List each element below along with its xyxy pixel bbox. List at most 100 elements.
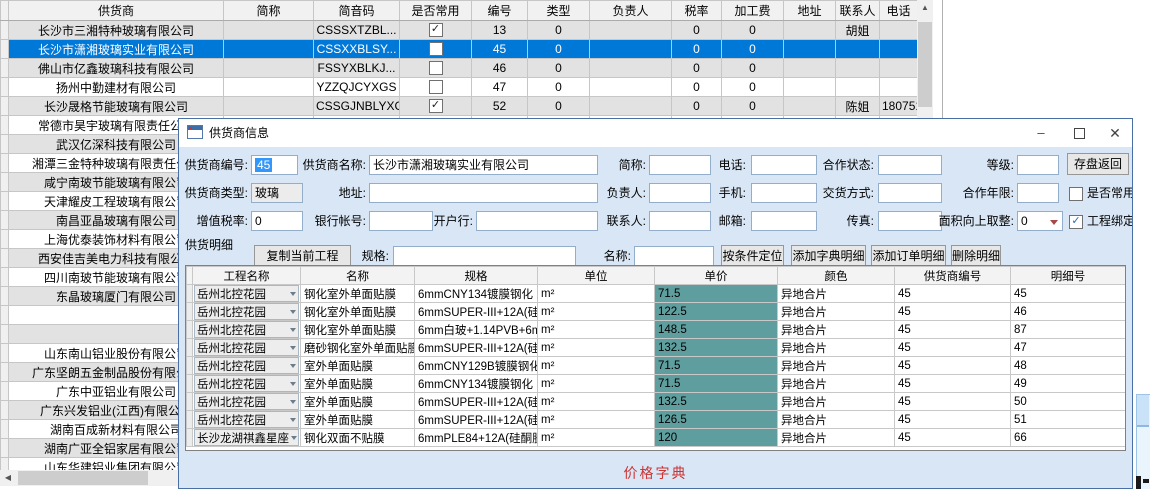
common-use-checkbox[interactable]: 是否常用 [1069, 183, 1133, 203]
detail-row[interactable]: 岳州北控花园室外单面贴膜6mmCNY129B镀膜钢化m²71.5异地合片4548 [187, 357, 1126, 375]
column-header[interactable]: 电话 [880, 1, 918, 21]
grid-column-header[interactable]: 明细号 [1011, 267, 1126, 285]
name-filter-field[interactable] [634, 246, 714, 266]
checkbox-checked-icon[interactable]: ✓ [429, 99, 443, 113]
column-header[interactable]: 负责人 [590, 1, 672, 21]
grid-column-header[interactable]: 规格 [415, 267, 538, 285]
row-header[interactable] [1, 97, 9, 116]
row-header[interactable] [1, 420, 9, 439]
supplier-name-field[interactable]: 长沙市潇湘玻璃实业有限公司 [369, 155, 598, 175]
table-row[interactable]: 长沙市三湘特种玻璃有限公司CSSSXTZBL...✓13000胡姐 [1, 21, 918, 40]
row-header[interactable] [1, 439, 9, 458]
detail-row[interactable]: 岳州北控花园磨砂钢化室外单面贴膜6mmSUPER-III+12A(硅...m²1… [187, 339, 1126, 357]
column-header[interactable]: 联系人 [836, 1, 880, 21]
row-header[interactable] [1, 268, 9, 287]
delivery-field[interactable] [878, 183, 942, 203]
locate-by-condition-button[interactable]: 按条件定位 [721, 245, 784, 267]
row-header[interactable] [1, 21, 9, 40]
mobile-field[interactable] [751, 183, 817, 203]
add-order-detail-button[interactable]: 添加订单明细 [871, 245, 946, 267]
detail-row[interactable]: 长沙龙湖祺鑫星座钢化双面不贴膜6mmPLE84+12A(硅酮胶...m²120异… [187, 429, 1126, 447]
grid-column-header[interactable]: 工程名称 [193, 267, 301, 285]
scroll-left-icon[interactable]: ◀ [0, 470, 16, 486]
vat-field[interactable]: 0 [251, 211, 303, 231]
detail-row[interactable]: 岳州北控花园钢化室外单面贴膜6mm白玻+1.14PVB+6mm...m²148.… [187, 321, 1126, 339]
row-header[interactable] [1, 382, 9, 401]
project-combobox[interactable]: 岳州北控花园 [194, 411, 299, 428]
spec-filter-field[interactable] [393, 246, 576, 266]
column-header[interactable]: 地址 [784, 1, 836, 21]
checkbox-icon[interactable] [429, 61, 443, 75]
detail-row[interactable]: 岳州北控花园室外单面贴膜6mmCNY134镀膜钢化m²71.5异地合片4549 [187, 375, 1126, 393]
row-header[interactable] [1, 363, 9, 382]
grid-column-header[interactable]: 颜色 [778, 267, 895, 285]
column-header[interactable]: 加工费 [722, 1, 784, 21]
column-header[interactable]: 供货商 [9, 1, 224, 21]
column-header[interactable]: 类型 [528, 1, 590, 21]
project-combobox[interactable]: 岳州北控花园 [194, 321, 299, 338]
phone-field[interactable] [751, 155, 817, 175]
row-header[interactable] [1, 59, 9, 78]
delete-detail-button[interactable]: 删除明细 [951, 245, 1001, 267]
row-header[interactable] [1, 249, 9, 268]
project-combobox[interactable]: 岳州北控花园 [194, 357, 299, 374]
dialog-titlebar[interactable]: 供货商信息 – ✕ [179, 119, 1132, 147]
row-header[interactable] [1, 344, 9, 363]
column-header[interactable]: 是否常用 [400, 1, 472, 21]
column-header[interactable]: 编号 [472, 1, 528, 21]
project-combobox[interactable]: 岳州北控花园 [194, 339, 299, 356]
row-header[interactable] [1, 192, 9, 211]
supplier-type-field[interactable]: 玻璃 [251, 183, 303, 203]
row-header[interactable] [1, 173, 9, 192]
project-combobox[interactable]: 岳州北控花园 [194, 375, 299, 392]
project-combobox[interactable]: 长沙龙湖祺鑫星座 [194, 429, 299, 446]
save-return-button[interactable]: 存盘返回 [1067, 153, 1129, 175]
address-field[interactable] [369, 183, 598, 203]
row-header[interactable] [1, 40, 9, 59]
project-bind-checkbox[interactable]: ✓工程绑定 [1069, 211, 1133, 231]
detail-row[interactable]: 岳州北控花园室外单面贴膜6mmSUPER-III+12A(硅...m²132.5… [187, 393, 1126, 411]
contact-field[interactable] [649, 211, 711, 231]
close-button[interactable]: ✕ [1099, 119, 1131, 147]
table-row[interactable]: 扬州中勤建材有限公司YZZQJCYXGS47000 [1, 78, 918, 97]
checkbox-icon[interactable] [429, 42, 443, 56]
grid-column-header[interactable]: 名称 [301, 267, 415, 285]
copy-current-project-button[interactable]: 复制当前工程 [254, 245, 351, 267]
detail-row[interactable]: 岳州北控花园室外单面贴膜6mmSUPER-III+12A(硅...m²126.5… [187, 411, 1126, 429]
table-row[interactable]: 长沙市潇湘玻璃实业有限公司CSSXXBLSY...45000 [1, 40, 918, 59]
row-header[interactable] [1, 230, 9, 249]
project-combobox[interactable]: 岳州北控花园 [194, 393, 299, 410]
column-header[interactable]: 简称 [224, 1, 314, 21]
short-name-field[interactable] [649, 155, 711, 175]
email-field[interactable] [751, 211, 817, 231]
row-header[interactable] [1, 325, 9, 344]
row-header[interactable] [1, 78, 9, 97]
row-header[interactable] [1, 135, 9, 154]
grade-field[interactable] [1017, 155, 1059, 175]
column-header[interactable]: 简音码 [314, 1, 400, 21]
checkbox-checked-icon[interactable]: ✓ [429, 23, 443, 37]
project-combobox[interactable]: 岳州北控花园 [194, 285, 299, 302]
minimize-button[interactable]: – [1025, 119, 1057, 147]
row-header[interactable] [1, 401, 9, 420]
checkbox-icon[interactable] [429, 80, 443, 94]
vertical-scroll-thumb[interactable] [918, 22, 932, 107]
row-header[interactable] [1, 287, 9, 306]
scroll-up-icon[interactable]: ▲ [917, 0, 933, 16]
row-header[interactable] [1, 306, 9, 325]
supplier-no-field[interactable]: 45 [251, 155, 298, 175]
bank-field[interactable] [476, 211, 598, 231]
row-header[interactable] [1, 211, 9, 230]
maximize-button[interactable] [1063, 119, 1095, 147]
row-header[interactable] [1, 458, 9, 471]
table-row[interactable]: 佛山市亿鑫玻璃科技有限公司FSSYXBLKJ...46000 [1, 59, 918, 78]
detail-row[interactable]: 岳州北控花园钢化室外单面贴膜6mmCNY134镀膜钢化m²71.5异地合片454… [187, 285, 1126, 303]
grid-column-header[interactable]: 供货商编号 [895, 267, 1011, 285]
add-dictionary-detail-button[interactable]: 添加字典明细 [791, 245, 866, 267]
coop-status-field[interactable] [878, 155, 942, 175]
coop-years-field[interactable] [1017, 183, 1059, 203]
grid-column-header[interactable]: 单位 [538, 267, 655, 285]
grid-column-header[interactable]: 单价 [655, 267, 778, 285]
row-header[interactable] [1, 116, 9, 135]
project-combobox[interactable]: 岳州北控花园 [194, 303, 299, 320]
